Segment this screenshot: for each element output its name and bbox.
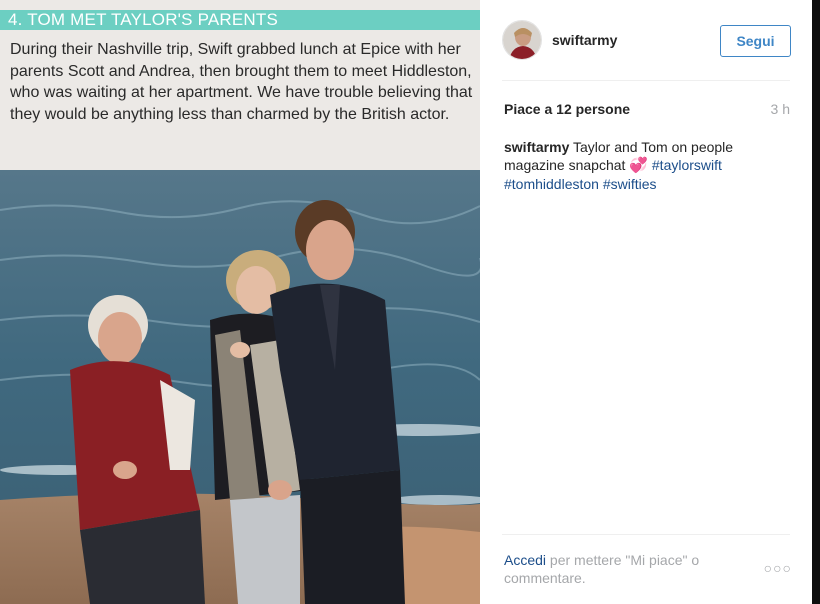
avatar[interactable] bbox=[502, 20, 542, 60]
follow-button[interactable]: Segui bbox=[720, 25, 791, 57]
hashtag-link[interactable]: #taylorswift bbox=[652, 157, 722, 173]
post-caption: swiftarmy Taylor and Tom on people magaz… bbox=[504, 138, 774, 193]
window-edge bbox=[812, 0, 820, 604]
beach-photo bbox=[0, 170, 480, 604]
login-link[interactable]: Accedi bbox=[504, 552, 546, 568]
footer-divider bbox=[502, 534, 790, 535]
more-options-icon[interactable]: ○○○ bbox=[764, 560, 792, 576]
article-body: During their Nashville trip, Swift grabb… bbox=[10, 41, 473, 123]
login-prompt: Accedi per mettere "Mi piace" o commenta… bbox=[504, 551, 744, 587]
likes-count[interactable]: Piace a 12 persone bbox=[504, 101, 630, 117]
hashtag-link[interactable]: #swifties bbox=[603, 176, 657, 192]
post-image[interactable]: 4. TOM MET TAYLOR'S PARENTS During their… bbox=[0, 0, 480, 604]
post-time: 3 h bbox=[770, 101, 790, 117]
post-sidebar: swiftarmy Segui Piace a 12 persone 3 h s… bbox=[480, 0, 812, 604]
heart-emoji-icon: 💞 bbox=[629, 157, 648, 174]
caption-username[interactable]: swiftarmy bbox=[504, 139, 569, 155]
post-username[interactable]: swiftarmy bbox=[552, 32, 617, 48]
article-headline: 4. TOM MET TAYLOR'S PARENTS bbox=[8, 10, 279, 29]
header-divider bbox=[502, 80, 790, 81]
avatar-image bbox=[503, 21, 541, 59]
post-header: swiftarmy Segui bbox=[480, 0, 812, 80]
hashtag-link[interactable]: #tomhiddleston bbox=[504, 176, 599, 192]
